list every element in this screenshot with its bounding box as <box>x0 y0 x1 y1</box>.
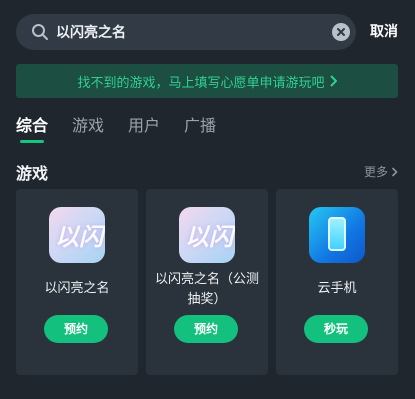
reserve-button[interactable]: 预约 <box>174 315 238 343</box>
search-icon <box>32 24 48 40</box>
cloud-phone-icon[interactable] <box>309 207 365 263</box>
game-card[interactable]: 云手机 秒玩 <box>276 189 398 375</box>
tab-broadcast[interactable]: 广播 <box>184 114 216 146</box>
tab-label: 广播 <box>184 116 217 135</box>
game-name: 以闪亮之名 <box>44 281 110 296</box>
tab-label: 用户 <box>128 116 161 135</box>
game-art-icon[interactable]: 以闪 <box>179 207 235 263</box>
game-card[interactable]: 以闪 以闪亮之名（公测抽奖） 预约 <box>146 189 268 375</box>
tab-games[interactable]: 游戏 <box>72 114 104 146</box>
clear-search-button[interactable] <box>332 23 350 41</box>
chevron-right-icon <box>391 166 398 177</box>
search-tabs: 综合 游戏 用户 广播 <box>16 114 240 146</box>
game-card[interactable]: 以闪 以闪亮之名 预约 <box>16 189 138 375</box>
game-name: 云手机 <box>317 281 357 296</box>
search-box[interactable] <box>16 14 356 50</box>
wishlist-banner-text: 找不到的游戏，马上填写心愿单申请游玩吧 <box>77 75 325 91</box>
game-name: 以闪亮之名（公测抽奖） <box>154 272 259 307</box>
more-label: 更多 <box>363 165 388 179</box>
active-tab-indicator <box>20 140 44 143</box>
chevron-right-icon <box>329 75 337 87</box>
tab-overview[interactable]: 综合 <box>16 114 48 146</box>
cancel-button[interactable]: 取消 <box>370 14 398 50</box>
search-input[interactable] <box>56 14 326 50</box>
play-now-button[interactable]: 秒玩 <box>304 315 368 343</box>
tab-label: 游戏 <box>72 116 105 135</box>
reserve-button[interactable]: 预约 <box>44 315 108 343</box>
tab-label: 综合 <box>16 116 49 135</box>
tab-users[interactable]: 用户 <box>128 114 160 146</box>
game-art-icon[interactable]: 以闪 <box>49 207 105 263</box>
close-icon <box>337 28 345 36</box>
wishlist-banner[interactable]: 找不到的游戏，马上填写心愿单申请游玩吧 <box>16 64 398 98</box>
section-title: 游戏 <box>16 164 49 183</box>
search-row: 取消 <box>16 14 400 50</box>
more-link[interactable]: 更多 <box>364 163 398 180</box>
